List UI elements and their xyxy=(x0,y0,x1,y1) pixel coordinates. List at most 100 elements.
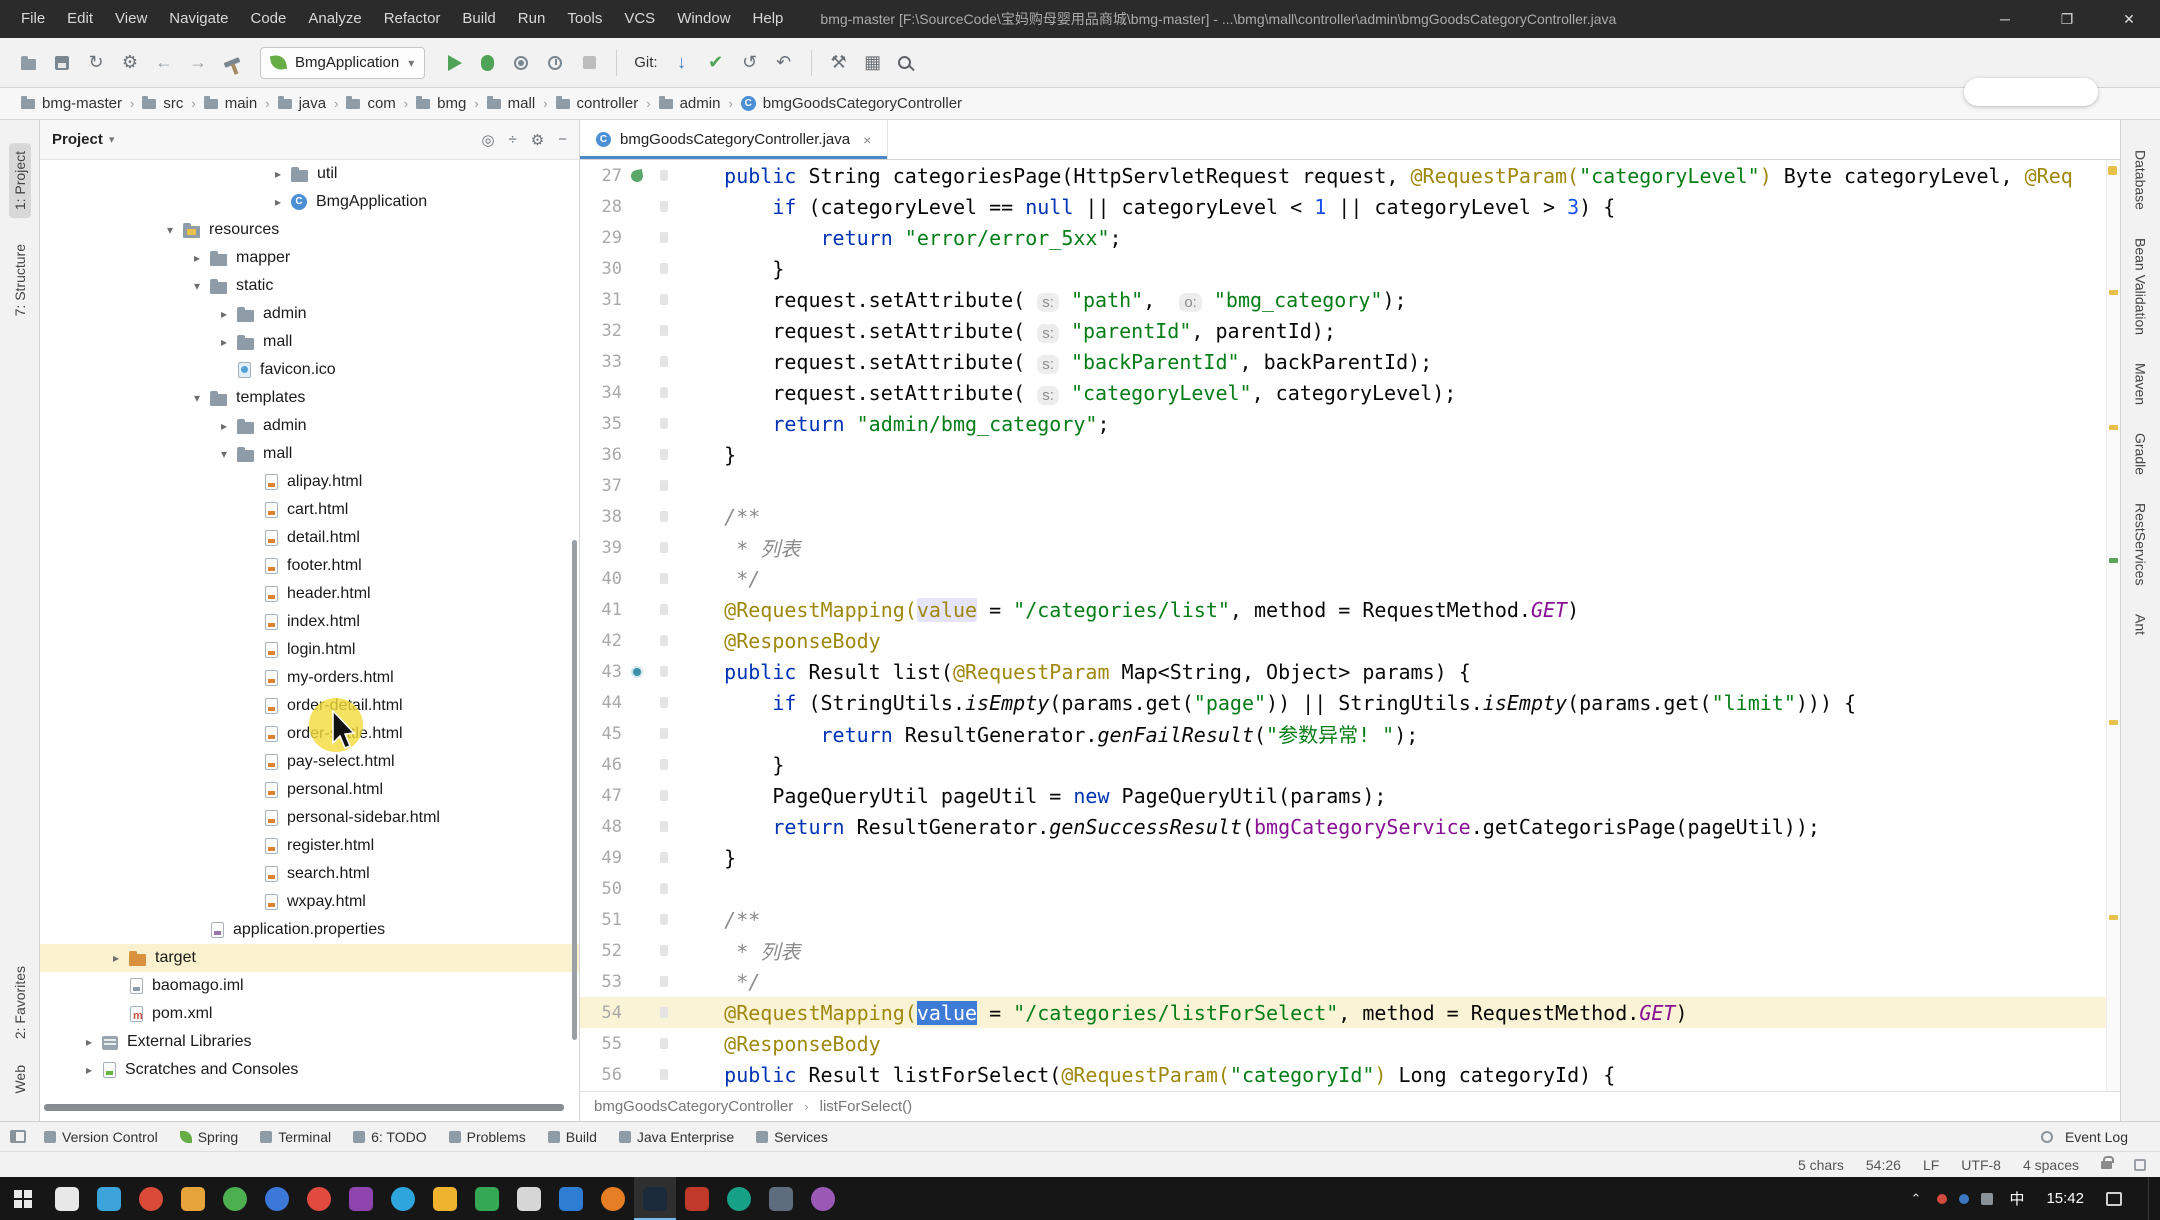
inspections-indicator[interactable] xyxy=(2108,166,2117,175)
search-everywhere-icon[interactable] xyxy=(891,47,923,79)
breadcrumb-item-mall[interactable]: mall xyxy=(482,95,541,112)
debug-button[interactable] xyxy=(471,47,503,79)
code-line-48[interactable]: 48 return ResultGenerator.genSuccessResu… xyxy=(580,811,2120,842)
code-area[interactable]: 27 public String categoriesPage(HttpServ… xyxy=(580,160,2120,1091)
synchronize-icon[interactable]: ↻ xyxy=(80,47,112,79)
settings-icon[interactable]: ⚙ xyxy=(114,47,146,79)
git-history-icon[interactable]: ↺ xyxy=(734,47,766,79)
tree-item-admin[interactable]: ▸admin xyxy=(40,412,579,440)
code-line-45[interactable]: 45 return ResultGenerator.genFailResult(… xyxy=(580,718,2120,749)
chevron-collapsed-icon[interactable]: ▸ xyxy=(78,1035,100,1049)
open-project-icon[interactable] xyxy=(12,47,44,79)
breadcrumb-item-src[interactable]: src xyxy=(137,95,188,112)
code-line-43[interactable]: 43 public Result list(@RequestParam Map<… xyxy=(580,656,2120,687)
chevron-collapsed-icon[interactable]: ▸ xyxy=(267,167,289,181)
taskbar-app-icon-2[interactable] xyxy=(88,1177,130,1220)
code-line-39[interactable]: 39 * 列表 xyxy=(580,532,2120,563)
tree-item-index-html[interactable]: index.html xyxy=(40,608,579,636)
tree-item-alipay-html[interactable]: alipay.html xyxy=(40,468,579,496)
chevron-collapsed-icon[interactable]: ▸ xyxy=(213,419,235,433)
code-line-53[interactable]: 53 */ xyxy=(580,966,2120,997)
tree-item-my-orders-html[interactable]: my-orders.html xyxy=(40,664,579,692)
chevron-expanded-icon[interactable]: ▾ xyxy=(213,447,235,461)
tree-item-pay-select-html[interactable]: pay-select.html xyxy=(40,748,579,776)
code-line-44[interactable]: 44 if (StringUtils.isEmpty(params.get("p… xyxy=(580,687,2120,718)
bean-gutter-icon[interactable] xyxy=(622,170,652,182)
toolwindow-tab-1-project[interactable]: 1: Project xyxy=(9,143,31,218)
notification-center-icon[interactable] xyxy=(2106,1192,2122,1206)
taskbar-app-icon-3[interactable] xyxy=(130,1177,172,1220)
tree-item-pom-xml[interactable]: pom.xml xyxy=(40,1000,579,1028)
code-line-29[interactable]: 29 return "error/error_5xx"; xyxy=(580,222,2120,253)
layout-icon[interactable]: ▦ xyxy=(857,47,889,79)
breadcrumb-item-bmggoodscategorycontroller[interactable]: bmgGoodsCategoryController xyxy=(736,95,967,112)
ime-language-indicator[interactable]: 中 xyxy=(2009,1188,2024,1209)
menu-file[interactable]: File xyxy=(10,0,56,38)
tree-item-mall[interactable]: ▾mall xyxy=(40,440,579,468)
tree-item-mapper[interactable]: ▸mapper xyxy=(40,244,579,272)
breadcrumb-item-java[interactable]: java xyxy=(273,95,332,112)
show-desktop-button[interactable] xyxy=(2148,1177,2154,1220)
code-line-33[interactable]: 33 request.setAttribute( s: "backParentI… xyxy=(580,346,2120,377)
code-line-46[interactable]: 46 } xyxy=(580,749,2120,780)
chevron-down-icon[interactable]: ▾ xyxy=(109,133,115,146)
toolwindow-button-6-todo[interactable]: 6: TODO xyxy=(353,1129,427,1145)
tray-icon-3[interactable] xyxy=(1981,1193,1993,1205)
coverage-button[interactable] xyxy=(505,47,537,79)
panel-settings-gear-icon[interactable]: ⚙ xyxy=(531,131,544,149)
menu-edit[interactable]: Edit xyxy=(56,0,104,38)
taskbar-app-icon-4[interactable] xyxy=(172,1177,214,1220)
chevron-expanded-icon[interactable]: ▾ xyxy=(186,279,208,293)
tree-item-bmgapplication[interactable]: ▸BmgApplication xyxy=(40,188,579,216)
back-icon[interactable]: ← xyxy=(148,47,180,79)
tree-item-register-html[interactable]: register.html xyxy=(40,832,579,860)
toolwindow-button-spring[interactable]: Spring xyxy=(180,1129,238,1145)
menu-vcs[interactable]: VCS xyxy=(613,0,666,38)
chevron-collapsed-icon[interactable]: ▸ xyxy=(78,1063,100,1077)
indent-indicator[interactable]: 4 spaces xyxy=(2023,1157,2079,1173)
code-line-32[interactable]: 32 request.setAttribute( s: "parentId", … xyxy=(580,315,2120,346)
tree-item-target[interactable]: ▸target xyxy=(40,944,579,972)
toolwindow-tab-7-structure[interactable]: 7: Structure xyxy=(12,244,28,316)
tree-item-favicon-ico[interactable]: favicon.ico xyxy=(40,356,579,384)
breadcrumb-item-admin[interactable]: admin xyxy=(654,95,726,112)
git-revert-icon[interactable]: ↶ xyxy=(768,47,800,79)
menu-navigate[interactable]: Navigate xyxy=(158,0,239,38)
chevron-collapsed-icon[interactable]: ▸ xyxy=(267,195,289,209)
tree-vertical-scrollbar[interactable] xyxy=(572,540,577,1040)
breadcrumb-item-controller[interactable]: controller xyxy=(551,95,644,112)
tree-horizontal-scrollbar[interactable] xyxy=(44,1104,564,1111)
menu-code[interactable]: Code xyxy=(239,0,297,38)
code-line-37[interactable]: 37 xyxy=(580,470,2120,501)
status-widget-icon[interactable] xyxy=(2134,1159,2146,1171)
code-line-36[interactable]: 36 } xyxy=(580,439,2120,470)
editor-breadcrumb-item[interactable]: listForSelect() xyxy=(820,1098,913,1115)
code-line-31[interactable]: 31 request.setAttribute( s: "path", o: "… xyxy=(580,284,2120,315)
toolwindow-tab-gradle[interactable]: Gradle xyxy=(2133,433,2149,475)
clock[interactable]: 15:42 xyxy=(2040,1190,2090,1207)
toolwindow-toggle-icon[interactable] xyxy=(10,1130,26,1143)
tray-expand-icon[interactable]: ⌃ xyxy=(1911,1191,1922,1207)
stop-button[interactable] xyxy=(573,47,605,79)
forward-icon[interactable]: → xyxy=(182,47,214,79)
menu-view[interactable]: View xyxy=(104,0,158,38)
taskbar-app-icon-7[interactable] xyxy=(298,1177,340,1220)
start-button[interactable] xyxy=(0,1177,46,1220)
code-line-52[interactable]: 52 * 列表 xyxy=(580,935,2120,966)
toolwindow-tab-maven[interactable]: Maven xyxy=(2133,363,2149,405)
hide-panel-icon[interactable]: − xyxy=(558,131,567,149)
code-line-30[interactable]: 30 } xyxy=(580,253,2120,284)
taskbar-app-icon-14[interactable] xyxy=(592,1177,634,1220)
tree-item-templates[interactable]: ▾templates xyxy=(40,384,579,412)
taskbar-app-icon-6[interactable] xyxy=(256,1177,298,1220)
code-line-35[interactable]: 35 return "admin/bmg_category"; xyxy=(580,408,2120,439)
tree-item-static[interactable]: ▾static xyxy=(40,272,579,300)
code-line-34[interactable]: 34 request.setAttribute( s: "categoryLev… xyxy=(580,377,2120,408)
taskbar-app-icon-16[interactable] xyxy=(676,1177,718,1220)
toolwindow-tab-ant[interactable]: Ant xyxy=(2133,614,2149,635)
toolwindow-button-version-control[interactable]: Version Control xyxy=(44,1129,158,1145)
maximize-button[interactable]: ❐ xyxy=(2036,0,2098,38)
chevron-collapsed-icon[interactable]: ▸ xyxy=(186,251,208,265)
tray-icon-2[interactable] xyxy=(1959,1194,1969,1204)
tree-item-external-libraries[interactable]: ▸External Libraries xyxy=(40,1028,579,1056)
